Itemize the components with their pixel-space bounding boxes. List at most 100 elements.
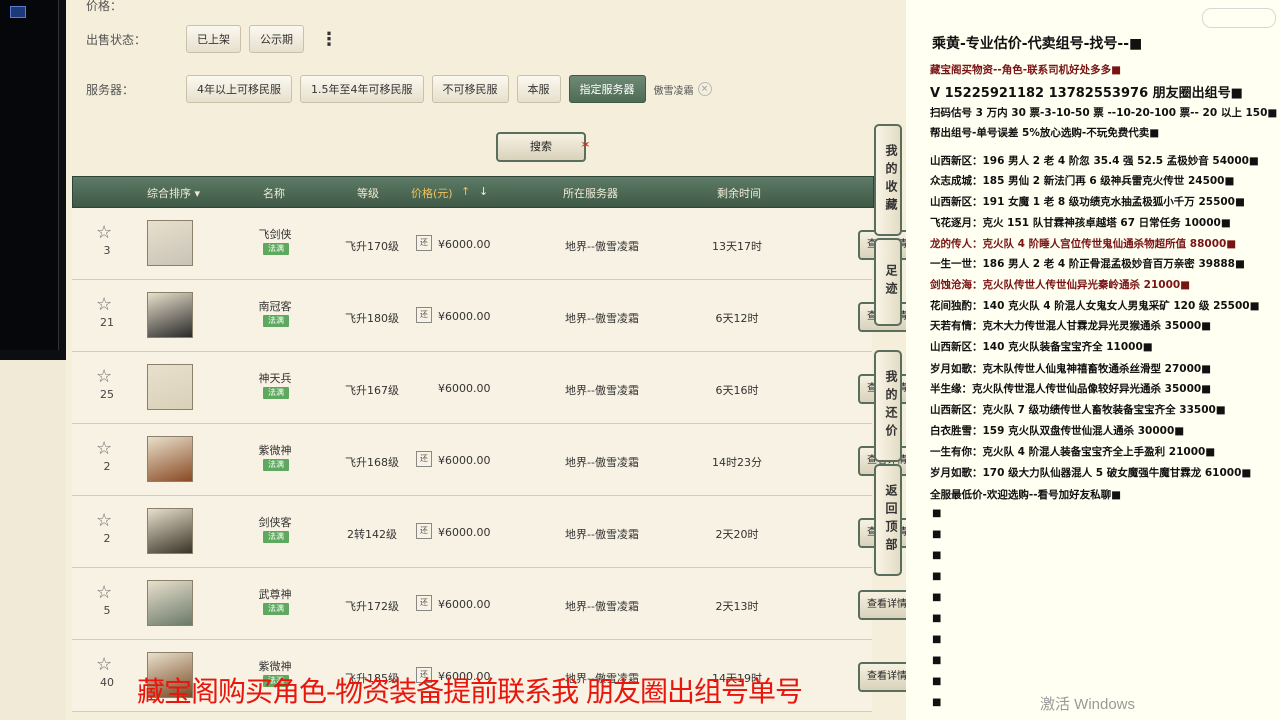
character-price: ¥6000.00 — [438, 454, 491, 467]
panel-line: 一生一世：186 男人 2 老 4 阶正骨混孟极妙音百万亲密 39888■ — [930, 258, 1245, 270]
col-level[interactable]: 等级 — [357, 185, 379, 201]
server-option-1-5y[interactable]: 1.5年至4年可移民服 — [300, 75, 424, 103]
server-option-local[interactable]: 本服 — [516, 75, 561, 103]
panel-bullet: ■ — [932, 508, 942, 519]
sort-dropdown[interactable]: 综合排序 ▾ — [147, 185, 200, 201]
remaining-time: 2天20时 — [715, 528, 759, 541]
character-level: 飞升170级 — [345, 240, 399, 253]
panel-line: 一生有你：克火队 4 阶混人装备宝宝齐全上手盈利 21000■ — [930, 446, 1216, 458]
panel-line: 岁月如歌：克木队传世人仙鬼神禧畜牧通杀丝滑型 27000■ — [930, 363, 1212, 375]
character-server: 地界--傲雪凌霜 — [565, 312, 639, 325]
table-row[interactable]: ☆3飞剑侠法满飞升170级还¥6000.00地界--傲雪凌霜13天17时查看详情 — [72, 208, 916, 280]
character-server: 地界--傲雪凌霜 — [565, 384, 639, 397]
character-name[interactable]: 神天兵 — [240, 370, 310, 386]
character-name[interactable]: 南冠客 — [240, 298, 310, 314]
character-level: 飞升168级 — [345, 456, 399, 469]
character-name[interactable]: 飞剑侠 — [240, 226, 310, 242]
footprint-tab[interactable]: 足迹 — [874, 238, 902, 326]
col-price[interactable]: 价格(元) — [411, 185, 453, 201]
character-avatar[interactable] — [147, 580, 193, 626]
status-badge: 法满 — [263, 603, 289, 615]
panel-headline: 乘黄-专业估价-代卖组号-找号--■ — [932, 36, 1143, 52]
selected-server-text: 傲雪凌霜 — [653, 85, 694, 97]
panel-line: 花间独酌：140 克火队 4 阶混人女鬼女人男鬼采矿 120 级 25500■ — [930, 300, 1260, 312]
price-sort-down-icon[interactable]: ↓ — [479, 185, 488, 198]
character-name[interactable]: 紫微神 — [240, 442, 310, 458]
clear-server-icon[interactable]: × — [697, 82, 712, 96]
panel-line: 岁月如歌：170 级大力队仙器混人 5 破女魔强牛魔甘霖龙 61000■ — [930, 467, 1252, 479]
price-note-icon: 还 — [416, 451, 432, 467]
favorite-star-icon[interactable]: ☆ — [96, 294, 112, 315]
character-price: ¥6000.00 — [438, 382, 491, 395]
character-server: 地界--傲雪凌霜 — [565, 240, 639, 253]
favorite-star-icon[interactable]: ☆ — [96, 582, 112, 603]
character-avatar[interactable] — [147, 292, 193, 338]
panel-bullet: ■ — [932, 592, 942, 603]
favorite-star-icon[interactable]: ☆ — [96, 510, 112, 531]
table-row[interactable]: ☆ 5 武尊神 法满 飞升172级还 ¥6000.00 地界--傲雪凌霜 2天13时 查看详情 — [72, 568, 916, 640]
panel-bullet: ■ — [932, 529, 942, 540]
remaining-time: 6天12时 — [715, 312, 759, 325]
panel-bullet: ■ — [932, 634, 942, 645]
remaining-time: 14时23分 — [712, 456, 762, 469]
panel-line: 山西新区：196 男人 2 老 4 阶忽 35.4 强 52.5 孟极妙音 54… — [930, 155, 1259, 167]
favorite-count: 25 — [100, 388, 114, 401]
character-level: 飞升172级 — [345, 600, 399, 613]
server-option-specified[interactable]: 指定服务器 — [568, 75, 646, 103]
search-button[interactable]: 搜索 — [496, 132, 586, 162]
price-sort-up-icon[interactable]: ↑ — [461, 185, 470, 198]
character-avatar[interactable] — [147, 220, 193, 266]
favorite-star-icon[interactable]: ☆ — [96, 222, 112, 243]
my-favorites-tab[interactable]: 我的收藏 — [874, 124, 902, 236]
character-avatar[interactable] — [147, 436, 193, 482]
panel-line: V 15225921182 13782553976 朋友圈出组号■ — [930, 86, 1243, 101]
character-name[interactable]: 武尊神 — [240, 586, 310, 602]
panel-bullet: ■ — [932, 571, 942, 582]
status-listed-chip[interactable]: 已上架 — [186, 25, 241, 53]
remaining-time: 2天13时 — [715, 600, 759, 613]
results-table-header: 综合排序 ▾ 名称 等级 价格(元) ↑ ↓ 所在服务器 剩余时间 — [72, 176, 874, 208]
table-row[interactable]: ☆2剑侠客法满2转142级还¥6000.00地界--傲雪凌霜2天20时查看详情 — [72, 496, 916, 568]
favorite-star-icon[interactable]: ☆ — [96, 654, 112, 675]
remaining-time: 13天17时 — [712, 240, 762, 253]
panel-line: 龙的传人：克火队 4 阶睡人宫位传世鬼仙通杀物超所值 88000■ — [930, 238, 1237, 250]
character-avatar[interactable] — [147, 508, 193, 554]
character-level: 2转142级 — [347, 528, 397, 541]
my-bargain-tab[interactable]: 我的还价 — [874, 350, 902, 462]
remaining-time: 6天16时 — [715, 384, 759, 397]
status-badge: 法满 — [263, 243, 289, 255]
favorite-star-icon[interactable]: ☆ — [96, 438, 112, 459]
panel-line: 剑蚀沧海：克火队传世人传世仙异光秦岭通杀 21000■ — [930, 279, 1191, 291]
price-note-icon: 还 — [416, 595, 432, 611]
character-server: 地界--傲雪凌霜 — [565, 528, 639, 541]
character-level: 飞升180级 — [345, 312, 399, 325]
table-row[interactable]: ☆21南冠客法满飞升180级还¥6000.00地界--傲雪凌霜6天12时查看详情 — [72, 280, 916, 352]
character-server: 地界--傲雪凌霜 — [565, 456, 639, 469]
status-filter-row: 出售状态： 已上架 公示期 ⋮ — [66, 22, 338, 56]
panel-line: 飞花逐月：克火 151 队甘霖神孩卓越塔 67 日常任务 10000■ — [930, 217, 1231, 229]
server-option-nomigrate[interactable]: 不可移民服 — [431, 75, 509, 103]
panel-bullet: ■ — [932, 655, 942, 666]
favorite-count: 2 — [103, 460, 111, 473]
character-avatar[interactable] — [147, 364, 193, 410]
table-row[interactable]: ☆25神天兵法满飞升167级¥6000.00地界--傲雪凌霜6天16时查看详情 — [72, 352, 916, 424]
server-label: 服务器： — [86, 82, 135, 97]
more-options-icon[interactable]: ⋮ — [320, 29, 338, 50]
character-name[interactable]: 剑侠客 — [240, 514, 310, 530]
favorite-star-icon[interactable]: ☆ — [96, 366, 112, 387]
back-to-top-tab[interactable]: 返回顶部 — [874, 464, 902, 576]
favorite-count: 5 — [103, 604, 111, 617]
status-announce-chip[interactable]: 公示期 — [249, 25, 304, 53]
status-badge: 法满 — [263, 315, 289, 327]
table-row[interactable]: ☆2紫微神法满飞升168级还¥6000.00地界--傲雪凌霜14时23分查看详情 — [72, 424, 916, 496]
status-badge: 法满 — [263, 531, 289, 543]
character-price: ¥6000.00 — [438, 238, 491, 251]
col-remain: 剩余时间 — [717, 187, 761, 200]
favorite-count: 2 — [103, 532, 111, 545]
panel-line: 山西新区：140 克火队装备宝宝齐全 11000■ — [930, 341, 1153, 353]
panel-line: 山西新区：克火队 7 级功绩传世人畜牧装备宝宝齐全 33500■ — [930, 404, 1226, 416]
left-desktop-strip — [0, 0, 66, 720]
server-option-4y[interactable]: 4年以上可移民服 — [186, 75, 292, 103]
status-badge: 法满 — [263, 459, 289, 471]
panel-bullet: ■ — [932, 550, 942, 561]
